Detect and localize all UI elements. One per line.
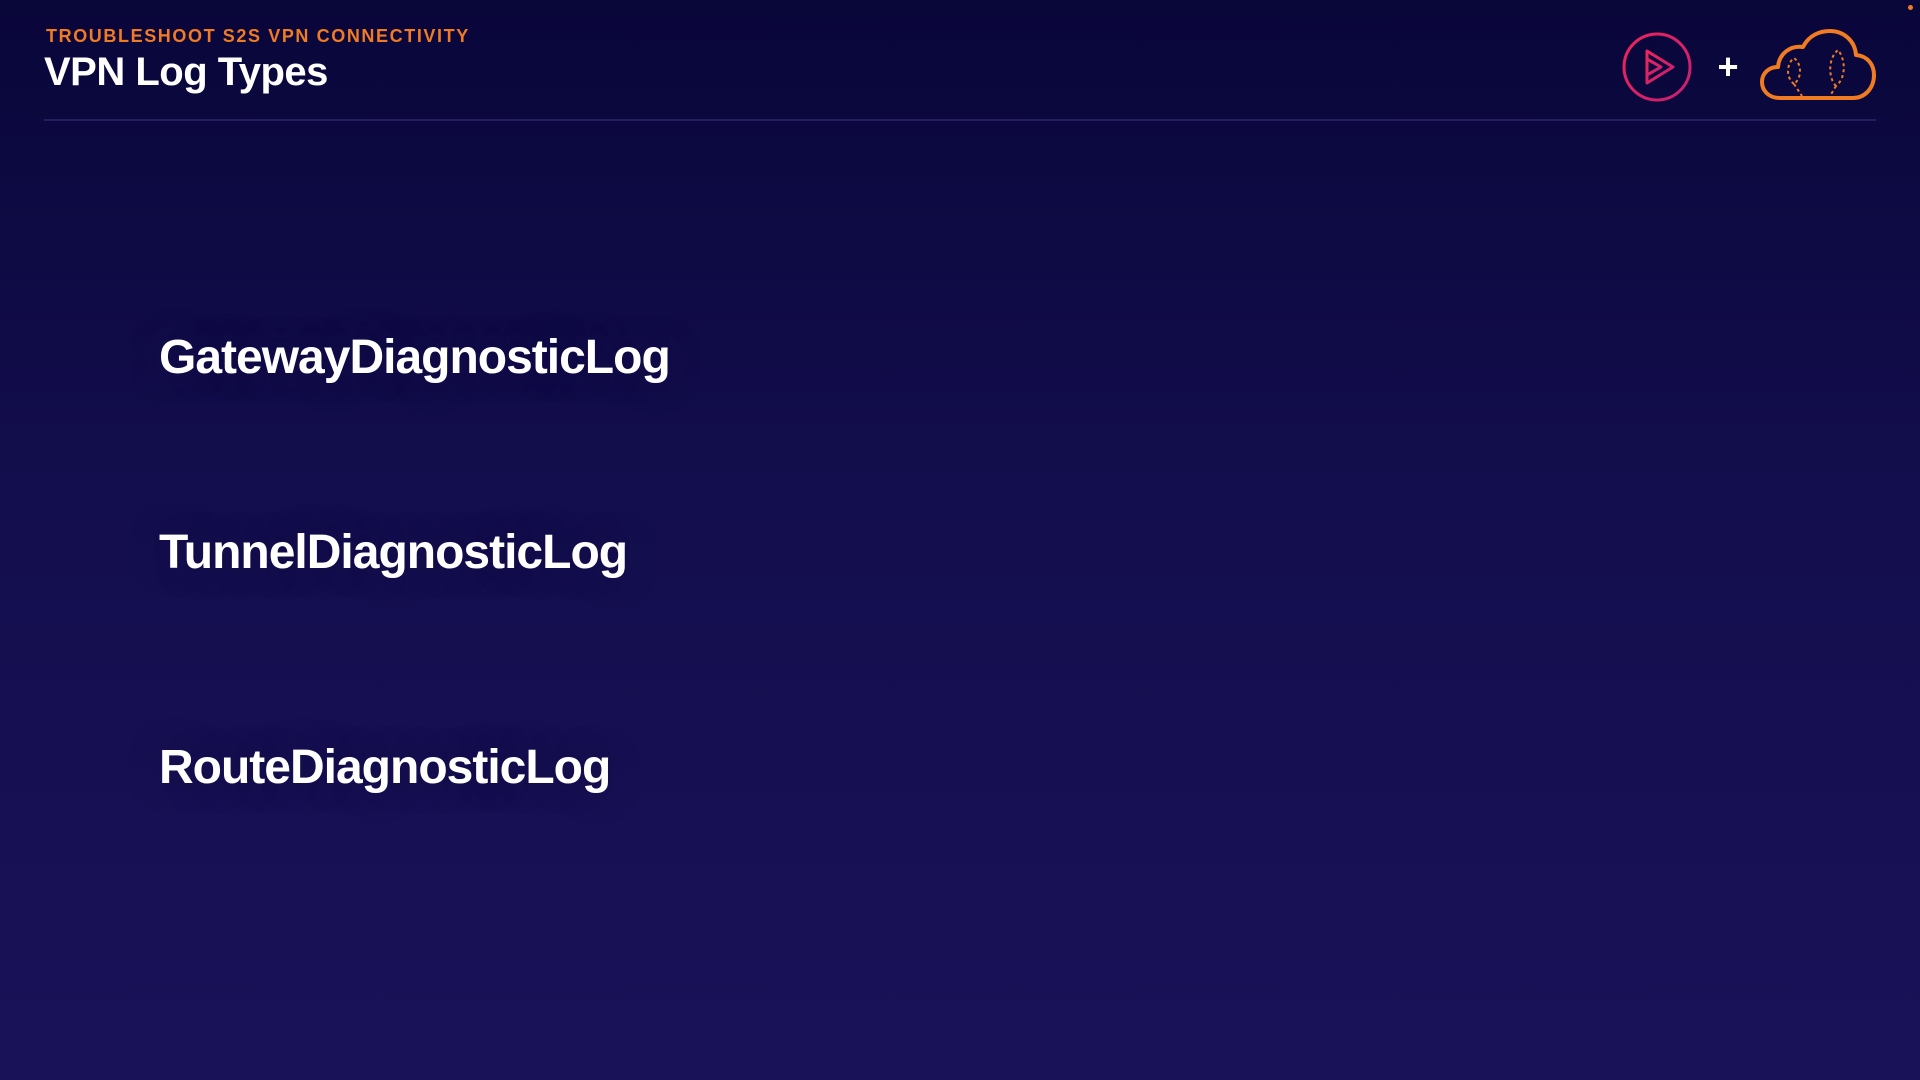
log-type-gateway: GatewayDiagnosticLog [159,331,671,384]
log-type-tunnel: TunnelDiagnosticLog [159,526,628,579]
log-type-list: GatewayDiagnosticLog TunnelDiagnosticLog… [0,0,1920,1080]
log-type-route: RouteDiagnosticLog [159,741,611,794]
